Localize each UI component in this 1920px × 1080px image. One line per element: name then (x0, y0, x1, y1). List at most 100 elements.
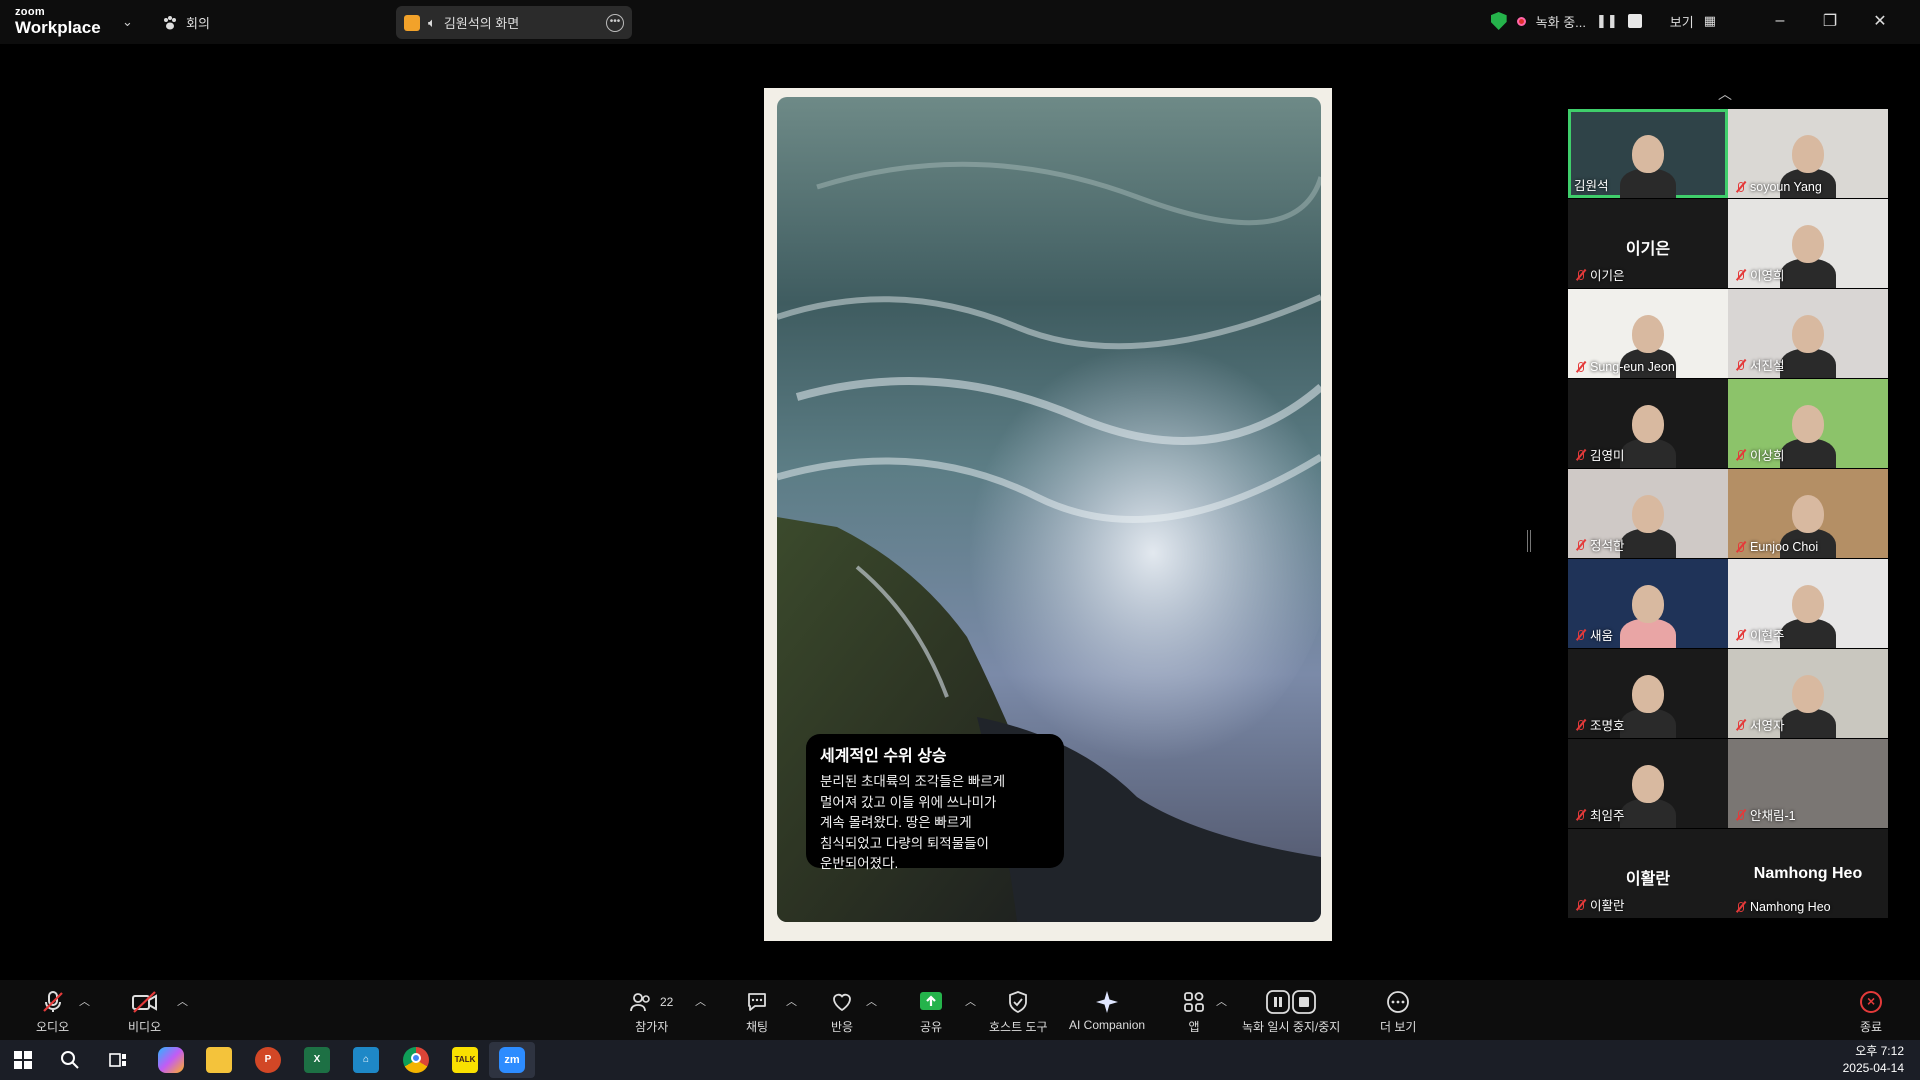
participant-name-label: 안채림-1 (1734, 805, 1796, 824)
panel-resize-handle[interactable] (1527, 530, 1531, 552)
chat-caret-icon[interactable]: ︿ (786, 993, 797, 1009)
audio-button[interactable]: 오디오 (36, 990, 69, 1035)
reactions-caret-icon[interactable]: ︿ (866, 993, 877, 1009)
more-options-icon[interactable]: ••• (606, 13, 624, 32)
participant-tile[interactable]: soyoun Yang (1728, 109, 1888, 198)
participant-tile[interactable]: 이현주 (1728, 559, 1888, 648)
meeting-controls: 오디오 ︿ 비디오 ︿ 22 참가자 ︿ 채팅 ︿ 반응 ︿ 공유 ︿ 호스트 … (0, 980, 1920, 1040)
participant-tile[interactable]: 최임주 (1568, 739, 1728, 828)
pause-stop-icon (1266, 990, 1317, 1014)
apps-icon (1182, 990, 1206, 1014)
participant-video (1620, 439, 1676, 468)
chevron-down-icon[interactable]: ⌄ (122, 14, 133, 30)
reactions-button[interactable]: 반응 (830, 990, 854, 1035)
participant-face (1632, 405, 1664, 443)
participant-face (1632, 765, 1664, 803)
participant-tile[interactable]: 김영미 (1568, 379, 1728, 468)
close-icon[interactable]: ✕ (1860, 11, 1900, 31)
kakaotalk-icon[interactable]: TALK (452, 1047, 478, 1073)
search-icon[interactable] (60, 1050, 80, 1070)
more-button[interactable]: 더 보기 (1380, 990, 1416, 1035)
host-tools-button[interactable]: 호스트 도구 (989, 990, 1048, 1035)
participant-name-label: Eunjoo Choi (1734, 540, 1818, 554)
screen-share-indicator[interactable]: 🔈︎ 김원석의 화면 ••• (396, 6, 632, 39)
participant-tile[interactable]: Eunjoo Choi (1728, 469, 1888, 558)
muted-mic-icon (1734, 541, 1746, 553)
participant-name: Eunjoo Choi (1750, 540, 1819, 554)
grid-view-icon[interactable]: ▦ (1704, 13, 1716, 29)
stop-recording-icon[interactable] (1627, 14, 1642, 28)
participant-tile[interactable]: 서영자 (1728, 649, 1888, 738)
participant-face (1792, 675, 1824, 713)
powerpoint-icon[interactable]: P (255, 1047, 281, 1073)
participant-tile[interactable]: 새움 (1568, 559, 1728, 648)
copilot-app-icon[interactable] (158, 1047, 184, 1073)
video-label: 비디오 (128, 1020, 162, 1034)
excel-icon[interactable]: X (304, 1047, 330, 1073)
participants-button[interactable]: 22 참가자 (630, 990, 673, 1035)
chat-button[interactable]: 채팅 (745, 990, 769, 1035)
meeting-info-button[interactable]: 회의 (162, 13, 210, 32)
participant-tile[interactable]: 이기은 이기은 (1568, 199, 1728, 288)
participant-face (1792, 495, 1824, 533)
recording-controls-button[interactable]: 녹화 일시 중지/중지 (1242, 990, 1340, 1035)
apps-button[interactable]: 앱 (1182, 990, 1206, 1035)
video-options-caret-icon[interactable]: ︿ (177, 993, 188, 1009)
pause-recording-icon[interactable]: ❚❚ (1596, 13, 1618, 29)
end-x-icon: × (1860, 990, 1883, 1014)
participant-tile[interactable]: Namhong Heo Namhong Heo (1728, 829, 1888, 918)
share-caret-icon[interactable]: ︿ (965, 993, 976, 1009)
ai-companion-button[interactable]: AI Companion (1069, 990, 1145, 1032)
muted-mic-icon (1734, 269, 1746, 281)
more-icon (1386, 990, 1410, 1014)
minimize-icon[interactable]: – (1760, 12, 1800, 30)
participant-tile[interactable]: 정석한 (1568, 469, 1728, 558)
participant-name: 정석한 (1590, 539, 1625, 553)
zoom-app-icon[interactable]: zm (499, 1047, 525, 1073)
participant-tile[interactable]: 이활란 이활란 (1568, 829, 1728, 918)
muted-mic-icon (1734, 449, 1746, 461)
chrome-icon[interactable] (403, 1047, 429, 1073)
end-meeting-button[interactable]: × 종료 (1860, 990, 1882, 1035)
zoom-workplace-logo[interactable]: zoom Workplace (15, 7, 101, 37)
participant-tile[interactable]: Sung-eun Jeon (1568, 289, 1728, 378)
windows-start-icon[interactable] (14, 1051, 32, 1069)
participant-name-label: 조명호 (1574, 715, 1625, 734)
recording-status: 녹화 중... (1535, 14, 1586, 30)
participant-tile[interactable]: 이영희 (1728, 199, 1888, 288)
file-explorer-icon[interactable] (206, 1047, 232, 1073)
participants-caret-icon[interactable]: ︿ (695, 993, 706, 1009)
title-bar: zoom Workplace ⌄ 회의 🔈︎ 김원석의 화면 ••• 녹화 중.… (0, 0, 1920, 44)
caption-line: 운반되어졌다. (820, 856, 899, 871)
participant-name: Namhong Heo (1750, 900, 1831, 914)
share-screen-button[interactable]: 공유 (919, 990, 943, 1035)
view-button[interactable]: 보기 (1670, 12, 1694, 31)
gallery-scroll-up-icon[interactable]: ︿ (1718, 84, 1732, 104)
participant-name: 이현주 (1750, 629, 1785, 643)
participant-name-label: 서영자 (1734, 715, 1785, 734)
participant-name-label: 이상희 (1734, 445, 1785, 464)
share-app-icon (404, 14, 420, 31)
video-button[interactable]: 비디오 (128, 990, 161, 1035)
ai-companion-label: AI Companion (1069, 1018, 1146, 1032)
participant-tile[interactable]: 안채림-1 (1728, 739, 1888, 828)
participant-tile[interactable]: 이상희 (1728, 379, 1888, 468)
participant-tile[interactable]: 조명호 (1568, 649, 1728, 738)
participant-name: Sung-eun Jeon (1590, 360, 1675, 374)
apps-caret-icon[interactable]: ︿ (1216, 993, 1227, 1009)
security-shield-icon[interactable] (1490, 12, 1507, 30)
app-icon[interactable]: ⌂ (353, 1047, 379, 1073)
participant-video (1780, 349, 1836, 378)
slide-caption: 세계적인 수위 상승 분리된 초대륙의 조각들은 빠르게 멀어져 갔고 이들 위… (806, 734, 1064, 871)
participant-name: 이상희 (1750, 449, 1785, 463)
caption-line: 계속 몰려왔다. 땅은 빠르게 (820, 815, 972, 830)
participant-name-label: 새움 (1574, 625, 1613, 644)
restore-icon[interactable]: ❐ (1810, 11, 1850, 31)
audio-options-caret-icon[interactable]: ︿ (79, 993, 90, 1009)
participant-tile[interactable]: 김원석 (1568, 109, 1728, 198)
system-clock[interactable]: 오후 7:12 2025-04-14 (1843, 1043, 1904, 1077)
task-view-icon[interactable] (109, 1051, 127, 1069)
participant-video (1780, 259, 1836, 288)
sparkle-icon (1095, 990, 1119, 1014)
participant-tile[interactable]: 서진설 (1728, 289, 1888, 378)
